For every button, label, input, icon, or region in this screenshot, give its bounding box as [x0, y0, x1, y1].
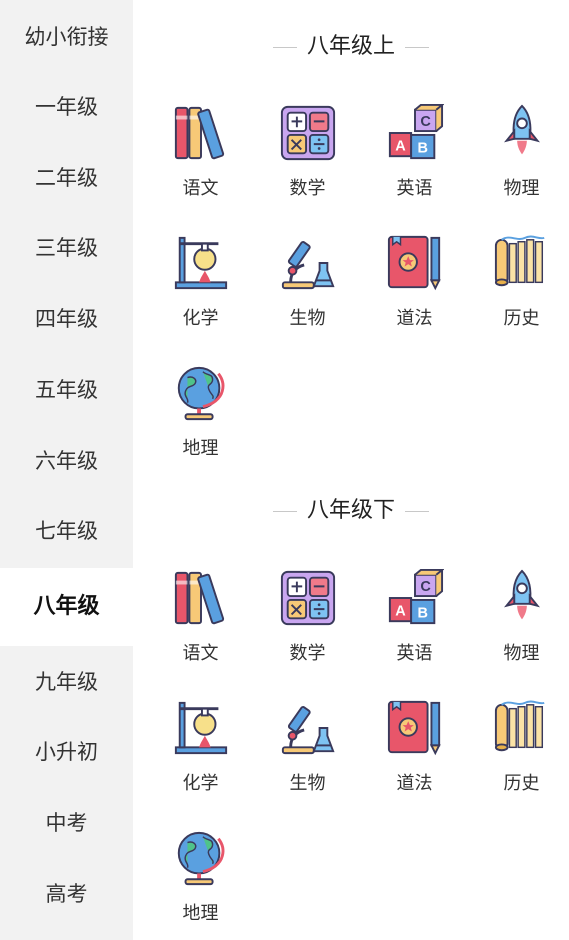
subject-math[interactable]: 数学 — [254, 104, 361, 214]
divider — [272, 510, 297, 512]
abc-blocks-icon: C A B — [388, 104, 444, 160]
rocket-icon — [503, 104, 541, 155]
sidebar-item-grade-6[interactable]: 六年级 — [0, 426, 133, 496]
sidebar-item-gaokao[interactable]: 高考 — [0, 859, 133, 929]
books-icon — [174, 571, 225, 625]
rocket-icon — [503, 569, 541, 620]
sidebar-item-kindergarten-bridge[interactable]: 幼小衔接 — [0, 2, 133, 72]
sidebar-item-primary-to-middle[interactable]: 小升初 — [0, 717, 133, 787]
subject-label: 生物 — [289, 773, 326, 794]
sidebar-item-grade-8[interactable]: 八年级 — [0, 568, 133, 646]
subject-label: 语文 — [182, 178, 219, 199]
abc-blocks-icon: C A B — [388, 569, 444, 625]
books-icon — [174, 106, 225, 160]
subject-history[interactable]: 历史 — [468, 234, 569, 344]
subject-physics[interactable]: 物理 — [468, 104, 569, 214]
bamboo-scroll-icon — [494, 700, 545, 752]
sidebar-item-grade-5[interactable]: 五年级 — [0, 355, 133, 425]
subject-physics[interactable]: 物理 — [468, 569, 569, 679]
flask-stand-icon — [174, 701, 228, 755]
subject-geography[interactable]: 地理 — [147, 364, 254, 474]
subject-label: 生物 — [289, 308, 326, 329]
subject-label: 英语 — [396, 643, 433, 664]
subject-morality-law[interactable]: 道法 — [361, 699, 468, 809]
sidebar-item-grade-2[interactable]: 二年级 — [0, 143, 133, 213]
subject-history[interactable]: 历史 — [468, 699, 569, 809]
calculator-icon — [280, 105, 336, 161]
section-title: 八年级上 — [133, 28, 569, 60]
section-title-text: 八年级上 — [306, 34, 395, 59]
subject-label: 化学 — [182, 773, 219, 794]
subject-label: 历史 — [503, 773, 540, 794]
subject-biology[interactable]: 生物 — [254, 699, 361, 809]
globe-icon — [177, 831, 225, 886]
divider — [272, 46, 297, 48]
subject-chinese[interactable]: 语文 — [147, 104, 254, 214]
calculator-icon — [280, 570, 336, 626]
subject-english[interactable]: C A B 英语 — [361, 569, 468, 679]
globe-icon — [177, 366, 225, 421]
subject-chemistry[interactable]: 化学 — [147, 234, 254, 344]
grade-sidebar: 幼小衔接 一年级 二年级 三年级 四年级 五年级 六年级 七年级 八年级 九年级… — [0, 0, 133, 940]
section-title: 八年级下 — [133, 492, 569, 524]
sidebar-item-grade-7[interactable]: 七年级 — [0, 496, 133, 566]
subject-label: 物理 — [503, 178, 540, 199]
subject-morality-law[interactable]: 道法 — [361, 234, 468, 344]
subject-english[interactable]: C A B 英语 — [361, 104, 468, 214]
subject-label: 英语 — [396, 178, 433, 199]
subject-biology[interactable]: 生物 — [254, 234, 361, 344]
subject-label: 语文 — [182, 643, 219, 664]
subject-chemistry[interactable]: 化学 — [147, 699, 254, 809]
sidebar-item-grade-4[interactable]: 四年级 — [0, 284, 133, 354]
subject-label: 数学 — [289, 643, 326, 664]
svg-text:C: C — [420, 114, 431, 130]
sidebar-item-grade-3[interactable]: 三年级 — [0, 213, 133, 283]
subject-panel: 八年级上 语文 数学 C A B 英语 物理 化学 生物 道法 历史 地理 八年… — [133, 0, 569, 940]
subject-label: 地理 — [182, 903, 219, 924]
book-pencil-icon — [387, 700, 441, 756]
subject-label: 道法 — [396, 308, 433, 329]
sidebar-item-grade-1[interactable]: 一年级 — [0, 72, 133, 142]
svg-text:B: B — [417, 140, 427, 156]
microscope-icon — [281, 706, 335, 755]
book-pencil-icon — [387, 235, 441, 291]
divider — [405, 510, 429, 512]
subject-label: 道法 — [396, 773, 433, 794]
svg-text:A: A — [395, 138, 406, 154]
svg-text:A: A — [395, 603, 406, 619]
subject-label: 数学 — [289, 178, 326, 199]
subject-chinese[interactable]: 语文 — [147, 569, 254, 679]
microscope-icon — [281, 241, 335, 290]
bamboo-scroll-icon — [494, 235, 545, 287]
subject-label: 历史 — [503, 308, 540, 329]
sidebar-item-grade-9[interactable]: 九年级 — [0, 647, 133, 717]
subject-label: 地理 — [182, 438, 219, 459]
section-title-text: 八年级下 — [306, 498, 395, 523]
subject-math[interactable]: 数学 — [254, 569, 361, 679]
subject-label: 化学 — [182, 308, 219, 329]
subject-geography[interactable]: 地理 — [147, 829, 254, 939]
subject-label: 物理 — [503, 643, 540, 664]
divider — [405, 46, 429, 48]
svg-text:C: C — [420, 579, 431, 595]
sidebar-item-zhongkao[interactable]: 中考 — [0, 788, 133, 858]
svg-text:B: B — [417, 605, 427, 621]
flask-stand-icon — [174, 236, 228, 290]
